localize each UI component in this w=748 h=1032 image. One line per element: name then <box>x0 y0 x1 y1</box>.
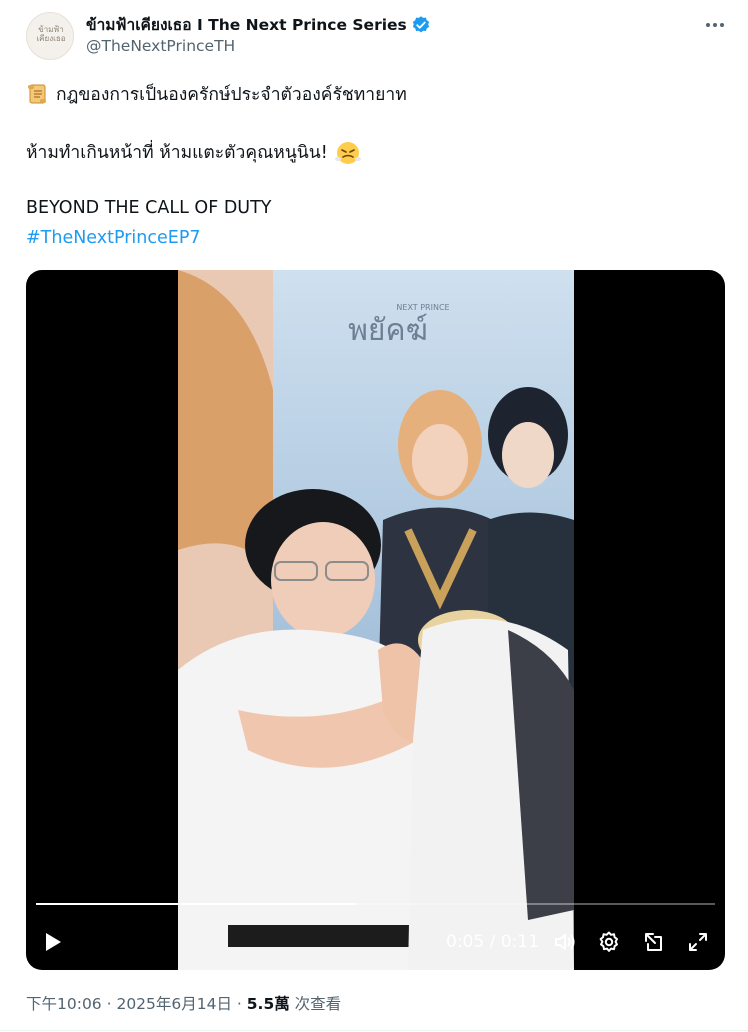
progress-bar[interactable] <box>36 903 715 905</box>
huffing-face-icon <box>334 138 362 166</box>
tweet-meta: 下午10:06 · 2025年6月14日 · 5.5萬 次查看 <box>26 992 341 1014</box>
meta-separator: · <box>231 995 247 1013</box>
view-count: 5.5萬 <box>246 995 290 1013</box>
tweet-header: ข้ามฟ้า เคียงเธอ ข้ามฟ้าเคียงเธอ I The Ne… <box>26 6 730 66</box>
tweet-text-line-1: กฎของการเป็นองครักษ์ประจำตัวองค์รัชทายาท <box>26 80 726 108</box>
picture-in-picture-icon[interactable] <box>637 925 671 959</box>
tweet-text-line-2: ห้ามทำเกินหน้าที่ ห้ามแตะตัวคุณหนูนิน! <box>26 138 726 166</box>
video-player[interactable]: พยัคฆ์ NEXT PRINCE 0:05 / 0:11 <box>26 270 725 970</box>
tweet-time[interactable]: 下午10:06 <box>26 995 102 1013</box>
avatar[interactable]: ข้ามฟ้า เคียงเธอ <box>26 12 74 60</box>
poster-title: พยัคฆ์ <box>348 313 428 348</box>
meta-separator: · <box>101 995 117 1013</box>
avatar-logo: ข้ามฟ้า เคียงเธอ <box>36 25 66 43</box>
hashtag-link[interactable]: #TheNextPrinceEP7 <box>26 228 726 248</box>
video-controls: 0:05 / 0:11 <box>26 925 725 959</box>
author-handle[interactable]: @TheNextPrinceTH <box>86 37 235 55</box>
author-display-name[interactable]: ข้ามฟ้าเคียงเธอ I The Next Prince Series <box>86 12 407 37</box>
play-icon[interactable] <box>38 925 68 959</box>
progress-bar-fill <box>36 903 356 905</box>
author-name-row[interactable]: ข้ามฟ้าเคียงเธอ I The Next Prince Series <box>86 12 431 37</box>
verified-badge-icon <box>411 15 431 35</box>
video-thumbnail: พยัคฆ์ NEXT PRINCE <box>178 270 574 970</box>
tweet-text-line-3: BEYOND THE CALL OF DUTY <box>26 198 272 218</box>
tweet-text-rule-title: กฎของการเป็นองครักษ์ประจำตัวองค์รัชทายาท <box>56 85 407 105</box>
more-options-icon[interactable] <box>702 12 728 38</box>
video-time: 0:05 / 0:11 <box>446 932 539 952</box>
divider <box>0 1030 748 1031</box>
poster-subtitle: NEXT PRINCE <box>396 303 449 312</box>
volume-icon[interactable] <box>548 925 582 959</box>
tweet-text-rule: ห้ามทำเกินหน้าที่ ห้ามแตะตัวคุณหนูนิน! <box>26 143 328 163</box>
settings-gear-icon[interactable] <box>592 925 626 959</box>
fullscreen-icon[interactable] <box>681 925 715 959</box>
tweet-date[interactable]: 2025年6月14日 <box>116 995 232 1013</box>
scroll-icon <box>26 83 48 105</box>
view-label: 次查看 <box>289 995 342 1013</box>
video-frame: พยัคฆ์ NEXT PRINCE <box>178 270 574 970</box>
